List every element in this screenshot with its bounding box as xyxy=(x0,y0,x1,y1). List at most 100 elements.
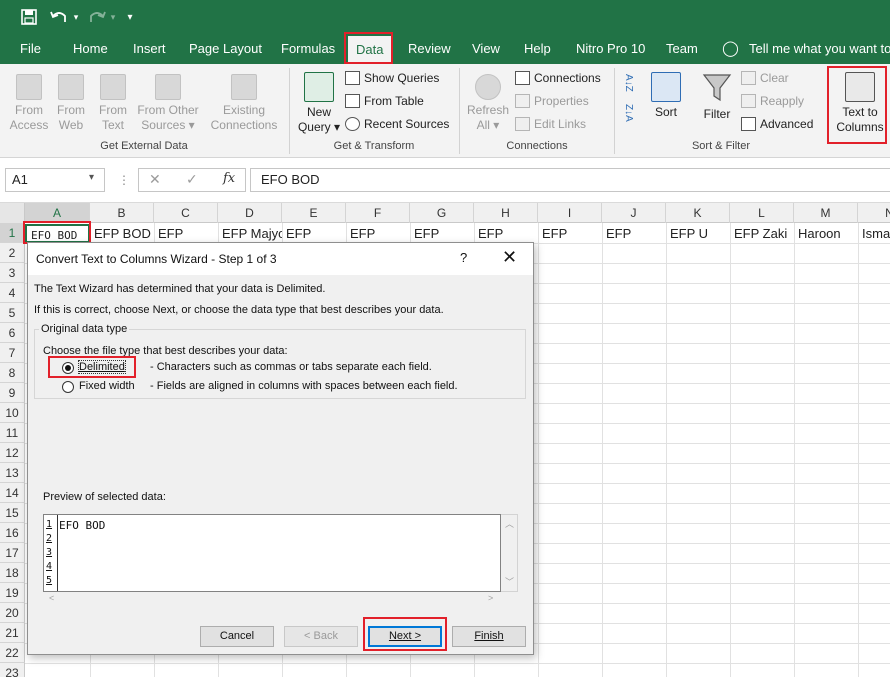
reapply-button[interactable]: Reapply xyxy=(741,91,804,111)
column-header[interactable]: M xyxy=(794,203,858,223)
finish-button[interactable]: Finish xyxy=(452,626,526,647)
row-header[interactable]: 3 xyxy=(0,263,25,283)
scroll-down-icon[interactable]: ﹀ xyxy=(505,575,514,588)
filter-button[interactable]: Filter xyxy=(698,72,736,122)
row-header[interactable]: 18 xyxy=(0,563,25,583)
formula-input[interactable]: EFO BOD xyxy=(250,168,890,192)
row-header[interactable]: 9 xyxy=(0,383,25,403)
cell-m1[interactable]: Haroon xyxy=(794,224,858,243)
cell-f1[interactable]: EFP xyxy=(346,224,410,243)
cell-g1[interactable]: EFP xyxy=(410,224,474,243)
column-header[interactable]: B xyxy=(90,203,154,223)
tab-review[interactable]: Review xyxy=(408,34,451,64)
column-header[interactable]: K xyxy=(666,203,730,223)
select-all-corner[interactable] xyxy=(0,203,25,223)
cell-e1[interactable]: EFP xyxy=(282,224,346,243)
tab-help[interactable]: Help xyxy=(524,34,551,64)
scroll-left-icon[interactable]: < xyxy=(49,593,54,603)
cell-l1[interactable]: EFP Zaki xyxy=(730,224,794,243)
from-table-button[interactable]: From Table xyxy=(345,91,424,111)
cell-h1[interactable]: EFP xyxy=(474,224,538,243)
row-header[interactable]: 12 xyxy=(0,443,25,463)
column-header[interactable]: N xyxy=(858,203,890,223)
tab-nitro-pro[interactable]: Nitro Pro 10 xyxy=(576,34,645,64)
clear-filter-button[interactable]: Clear xyxy=(741,68,789,88)
enter-entry-icon[interactable]: ✓ xyxy=(186,171,198,188)
cancel-entry-icon[interactable]: ✕ xyxy=(149,171,161,188)
row-header[interactable]: 22 xyxy=(0,643,25,663)
cell-a1[interactable]: EFO BOD xyxy=(25,224,90,243)
column-header[interactable]: F xyxy=(346,203,410,223)
connections-button[interactable]: Connections xyxy=(515,68,601,88)
undo-dropdown-icon[interactable]: ▾ xyxy=(71,7,81,27)
row-header[interactable]: 5 xyxy=(0,303,25,323)
column-header[interactable]: A xyxy=(25,203,90,223)
tab-home[interactable]: Home xyxy=(73,34,108,64)
show-queries-button[interactable]: Show Queries xyxy=(345,68,439,88)
sort-ascending-button[interactable]: A↓Z xyxy=(622,74,644,92)
cancel-button[interactable]: Cancel xyxy=(200,626,274,647)
row-header[interactable]: 4 xyxy=(0,283,25,303)
fixed-width-label[interactable]: Fixed width xyxy=(79,380,135,392)
row-header[interactable]: 19 xyxy=(0,583,25,603)
scroll-right-icon[interactable]: > xyxy=(488,593,493,603)
cell-i1[interactable]: EFP xyxy=(538,224,602,243)
back-button[interactable]: < Back xyxy=(284,626,358,647)
delimited-radio[interactable] xyxy=(62,362,74,374)
advanced-filter-button[interactable]: Advanced xyxy=(741,114,813,134)
save-icon[interactable] xyxy=(18,7,40,27)
insert-function-icon[interactable]: fx xyxy=(223,171,235,186)
column-header[interactable]: C xyxy=(154,203,218,223)
row-header[interactable]: 8 xyxy=(0,363,25,383)
properties-button[interactable]: Properties xyxy=(515,91,589,111)
tab-file[interactable]: File xyxy=(20,34,41,64)
scroll-up-icon[interactable]: ︿ xyxy=(505,517,514,530)
tab-team[interactable]: Team xyxy=(666,34,698,64)
row-header[interactable]: 10 xyxy=(0,403,25,423)
redo-dropdown-icon[interactable]: ▾ xyxy=(108,7,118,27)
recent-sources-button[interactable]: Recent Sources xyxy=(345,114,449,134)
sort-descending-button[interactable]: Z↓A xyxy=(622,104,644,122)
row-header[interactable]: 2 xyxy=(0,243,25,263)
preview-horizontal-scrollbar[interactable]: < > xyxy=(43,592,501,607)
text-to-columns-button[interactable]: Text to Columns xyxy=(832,72,888,135)
delimited-label[interactable]: Delimited xyxy=(78,360,126,374)
row-header[interactable]: 17 xyxy=(0,543,25,563)
undo-icon[interactable] xyxy=(48,7,70,27)
row-header[interactable]: 15 xyxy=(0,503,25,523)
row-header[interactable]: 16 xyxy=(0,523,25,543)
help-icon[interactable]: ? xyxy=(460,250,467,265)
column-header[interactable]: J xyxy=(602,203,666,223)
row-header[interactable]: 14 xyxy=(0,483,25,503)
tab-data[interactable]: Data xyxy=(348,36,392,64)
name-box-dropdown-icon[interactable]: ▾ xyxy=(89,172,94,183)
cell-d1[interactable]: EFP Majyo xyxy=(218,224,282,243)
redo-icon[interactable] xyxy=(86,7,108,27)
row-header[interactable]: 7 xyxy=(0,343,25,363)
cell-k1[interactable]: EFP U xyxy=(666,224,730,243)
edit-links-button[interactable]: Edit Links xyxy=(515,114,586,134)
column-header[interactable]: E xyxy=(282,203,346,223)
existing-connections-button[interactable]: Existing Connections xyxy=(206,74,282,133)
new-query-button[interactable]: New Query ▾ xyxy=(296,72,342,135)
refresh-all-button[interactable]: Refresh All ▾ xyxy=(464,74,512,133)
row-header[interactable]: 21 xyxy=(0,623,25,643)
dialog-title-bar[interactable]: Convert Text to Columns Wizard - Step 1 … xyxy=(28,243,533,275)
sort-button[interactable]: Sort xyxy=(648,72,684,120)
next-button[interactable]: Next > xyxy=(368,626,442,647)
row-header[interactable]: 11 xyxy=(0,423,25,443)
cell-b1[interactable]: EFP BOD S xyxy=(90,224,154,243)
column-header[interactable]: H xyxy=(474,203,538,223)
from-web-button[interactable]: From Web xyxy=(52,74,90,133)
row-header[interactable]: 1 xyxy=(0,223,25,243)
column-header[interactable]: G xyxy=(410,203,474,223)
customize-qat-icon[interactable]: ▾ xyxy=(124,7,136,27)
fixed-width-radio[interactable] xyxy=(62,381,74,393)
cell-n1[interactable]: Isma xyxy=(858,224,890,243)
tab-view[interactable]: View xyxy=(472,34,500,64)
row-header[interactable]: 23 xyxy=(0,663,25,677)
tell-me-search[interactable]: Tell me what you want to d xyxy=(749,34,890,64)
from-access-button[interactable]: From Access xyxy=(8,74,50,133)
preview-vertical-scrollbar[interactable]: ︿ ﹀ xyxy=(501,514,518,592)
column-header[interactable]: D xyxy=(218,203,282,223)
